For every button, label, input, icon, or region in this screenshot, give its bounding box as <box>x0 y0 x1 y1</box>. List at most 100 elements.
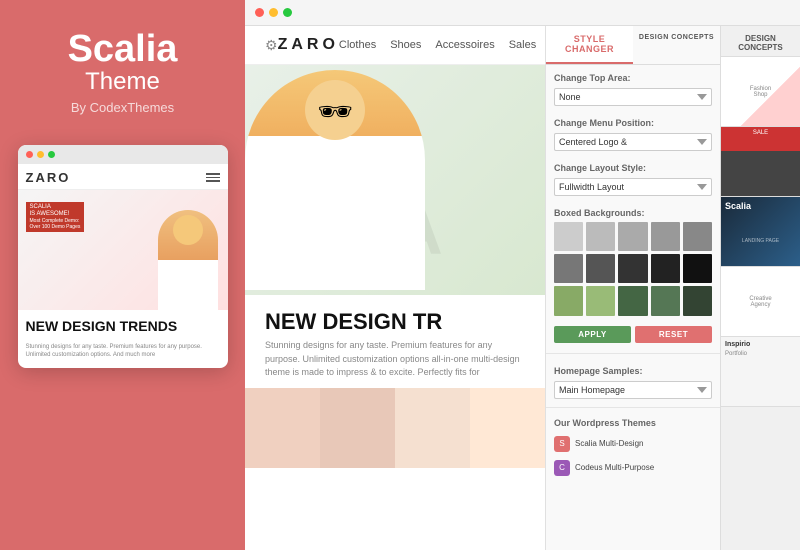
main-area: ⚙ ZARO Clothes Shoes Accessoires Sales B… <box>245 0 800 550</box>
panel-btn-row: APPLY RESET <box>546 320 720 349</box>
dc-thumb-4[interactable]: CreativeAgency <box>721 267 800 337</box>
color-swatch-12[interactable] <box>586 286 615 315</box>
site-nav: ⚙ ZARO Clothes Shoes Accessoires Sales B… <box>245 26 545 65</box>
mini-hero: SCALIA IS AWESOME! Most Complete Demo: O… <box>18 190 228 310</box>
nav-sales[interactable]: Sales <box>509 39 537 51</box>
mini-hero-badge: SCALIA IS AWESOME! Most Complete Demo: O… <box>26 202 85 232</box>
gear-icon[interactable]: ⚙ <box>265 37 278 54</box>
dc-thumb-2[interactable]: SALE <box>721 127 800 197</box>
color-swatch-9[interactable] <box>651 254 680 283</box>
hero-model-figure <box>245 70 425 290</box>
color-swatch-3[interactable] <box>618 222 647 251</box>
mini-body-text: Stunning designs for any taste. Premium … <box>18 343 228 368</box>
product-thumb-3 <box>395 388 470 468</box>
product-thumb-1 <box>245 388 320 468</box>
site-nav-links: Clothes Shoes Accessoires Sales Blog <box>339 39 545 51</box>
panel-tabs: STYLE CHANGER DESIGN CONCEPTS <box>546 26 720 65</box>
color-swatch-7[interactable] <box>586 254 615 283</box>
boxed-backgrounds-label: Boxed Backgrounds: <box>554 208 712 218</box>
apply-button[interactable]: APPLY <box>554 326 631 343</box>
color-swatch-2[interactable] <box>586 222 615 251</box>
nav-clothes[interactable]: Clothes <box>339 39 376 51</box>
site-nav-left: ZARO <box>278 36 339 54</box>
brand-title: Scalia <box>68 30 178 68</box>
nav-shoes[interactable]: Shoes <box>390 39 421 51</box>
browser-dot-red <box>255 8 264 17</box>
homepage-samples-section: Homepage Samples: Main Homepage <box>546 358 720 403</box>
color-swatch-1[interactable] <box>554 222 583 251</box>
tab-design-concepts[interactable]: DESIGN CONCEPTS <box>633 26 720 64</box>
dc-thumb-1[interactable]: FashionShop <box>721 57 800 127</box>
boxed-backgrounds-section: Boxed Backgrounds: <box>546 200 720 320</box>
hero-model <box>245 65 445 295</box>
color-swatch-11[interactable] <box>554 286 583 315</box>
menu-position-select[interactable]: Centered Logo & <box>554 133 712 151</box>
mini-hamburger[interactable] <box>206 173 220 182</box>
codeus-name: Codeus Multi-Purpose <box>575 463 654 472</box>
top-area-select[interactable]: None <box>554 88 712 106</box>
brand-by: By CodexThemes <box>71 100 174 115</box>
color-swatch-6[interactable] <box>554 254 583 283</box>
panel-divider-2 <box>546 407 720 408</box>
site-logo: ZARO <box>278 36 339 54</box>
new-design-heading: NEW DESIGN TR <box>265 310 525 334</box>
browser-content: ⚙ ZARO Clothes Shoes Accessoires Sales B… <box>245 26 800 550</box>
mini-hero-text: SCALIA IS AWESOME! Most Complete Demo: O… <box>26 202 85 235</box>
mini-logo: ZARO <box>26 170 71 185</box>
codeus-icon: C <box>554 460 570 476</box>
product-thumb-4 <box>470 388 545 468</box>
layout-style-label: Change Layout Style: <box>554 163 712 173</box>
scalia-name: Scalia Multi-Design <box>575 439 643 448</box>
dc-thumb-5[interactable]: Inspirio Portfolio <box>721 337 800 407</box>
mini-dot-red <box>26 151 33 158</box>
wp-theme-scalia[interactable]: S Scalia Multi-Design <box>554 432 712 456</box>
browser-dot-green <box>283 8 292 17</box>
mini-browser-bar <box>18 145 228 164</box>
design-concepts-panel: DESIGNCONCEPTS FashionShop SALE Scalia L… <box>720 26 800 550</box>
top-area-label: Change Top Area: <box>554 73 712 83</box>
wp-theme-codeus[interactable]: C Codeus Multi-Purpose <box>554 456 712 480</box>
mini-hero-image <box>158 210 218 310</box>
wp-themes-label: Our Wordpress Themes <box>554 418 712 428</box>
dc-header: DESIGNCONCEPTS <box>721 26 800 57</box>
new-design-section: NEW DESIGN TR Stunning designs for any t… <box>245 295 545 388</box>
menu-position-section: Change Menu Position: Centered Logo & <box>546 110 720 155</box>
homepage-samples-label: Homepage Samples: <box>554 366 712 376</box>
color-swatches <box>554 222 712 316</box>
mini-browser: ZARO SCALIA IS AWESOME! Most Complete De… <box>18 145 228 368</box>
new-design-body: Stunning designs for any taste. Premium … <box>265 339 525 380</box>
browser-window: ⚙ ZARO Clothes Shoes Accessoires Sales B… <box>245 0 800 550</box>
wordpress-themes: Our Wordpress Themes S Scalia Multi-Desi… <box>546 412 720 486</box>
site-hero: ALJA ‹ <box>245 65 545 295</box>
browser-top-bar <box>245 0 800 26</box>
color-swatch-8[interactable] <box>618 254 647 283</box>
menu-position-label: Change Menu Position: <box>554 118 712 128</box>
color-swatch-4[interactable] <box>651 222 680 251</box>
layout-style-section: Change Layout Style: Fullwidth Layout <box>546 155 720 200</box>
product-thumb-2 <box>320 388 395 468</box>
panel-divider <box>546 353 720 354</box>
website-preview: ⚙ ZARO Clothes Shoes Accessoires Sales B… <box>245 26 545 550</box>
scalia-icon: S <box>554 436 570 452</box>
top-area-section: Change Top Area: None <box>546 65 720 110</box>
dc-thumb-3[interactable]: Scalia LANDING PAGE <box>721 197 800 267</box>
site-products <box>245 388 545 468</box>
mini-dot-green <box>48 151 55 158</box>
color-swatch-14[interactable] <box>651 286 680 315</box>
nav-accessoires[interactable]: Accessoires <box>435 39 494 51</box>
mini-nav: ZARO <box>18 164 228 190</box>
homepage-samples-select[interactable]: Main Homepage <box>554 381 712 399</box>
reset-button[interactable]: RESET <box>635 326 712 343</box>
left-sidebar: Scalia Theme By CodexThemes ZARO SCALIA … <box>0 0 245 550</box>
tab-style-changer[interactable]: STYLE CHANGER <box>546 26 633 64</box>
style-changer-panel: STYLE CHANGER DESIGN CONCEPTS Change Top… <box>545 26 720 550</box>
mini-heading: NEW DESIGN TRENDS <box>18 310 228 343</box>
mini-dot-yellow <box>37 151 44 158</box>
color-swatch-15[interactable] <box>683 286 712 315</box>
browser-dot-yellow <box>269 8 278 17</box>
color-swatch-10[interactable] <box>683 254 712 283</box>
brand-subtitle: Theme <box>85 68 160 96</box>
layout-style-select[interactable]: Fullwidth Layout <box>554 178 712 196</box>
color-swatch-5[interactable] <box>683 222 712 251</box>
color-swatch-13[interactable] <box>618 286 647 315</box>
